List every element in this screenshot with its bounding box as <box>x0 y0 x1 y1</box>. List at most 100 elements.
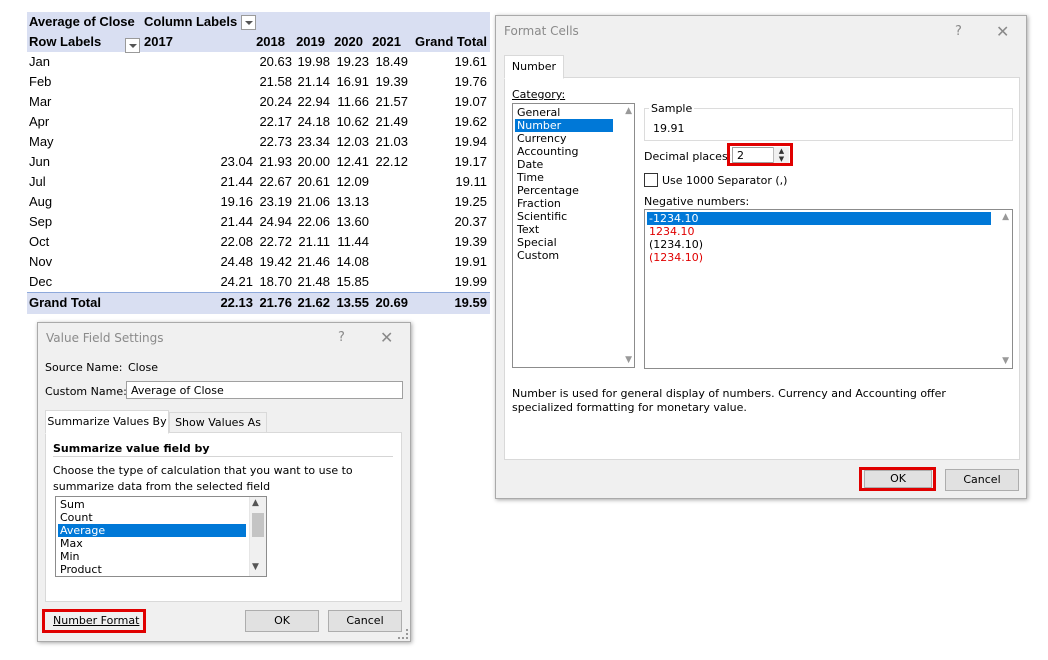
category-item-special[interactable]: Special <box>515 236 613 249</box>
cell-value[interactable]: 22.17 <box>259 112 292 132</box>
category-item-scientific[interactable]: Scientific <box>515 210 613 223</box>
scroll-down-icon[interactable]: ▼ <box>252 562 259 572</box>
category-item-time[interactable]: Time <box>515 171 613 184</box>
cell-value[interactable]: 19.98 <box>297 52 330 72</box>
cell-value[interactable]: 12.09 <box>336 172 369 192</box>
tab-number[interactable]: Number <box>504 55 564 79</box>
cell-value[interactable]: 20.00 <box>297 152 330 172</box>
spin-up-icon[interactable]: ▲ <box>774 147 789 155</box>
row-filter-dropdown-icon[interactable] <box>125 38 140 54</box>
cell-value[interactable]: 13.60 <box>336 212 369 232</box>
row-grand-total[interactable]: 19.61 <box>454 52 487 72</box>
summarize-item-max[interactable]: Max <box>58 537 246 550</box>
cell-value[interactable]: 19.16 <box>220 192 253 212</box>
cell-value[interactable]: 21.48 <box>297 272 330 292</box>
tab-summarize-values-by[interactable]: Summarize Values By <box>45 410 169 434</box>
spin-down-icon[interactable]: ▼ <box>774 155 789 163</box>
cell-value[interactable]: 21.46 <box>297 252 330 272</box>
cell-value[interactable]: 24.18 <box>297 112 330 132</box>
resize-grip-icon[interactable] <box>398 629 408 639</box>
cell-value[interactable]: 21.49 <box>375 112 408 132</box>
cell-value[interactable]: 23.19 <box>259 192 292 212</box>
cell-value[interactable]: 15.85 <box>336 272 369 292</box>
cell-value[interactable]: 22.67 <box>259 172 292 192</box>
cell-value[interactable]: 22.08 <box>220 232 253 252</box>
cell-value[interactable]: 13.13 <box>336 192 369 212</box>
negative-format-item[interactable]: (1234.10) <box>647 238 991 251</box>
cell-value[interactable]: 21.93 <box>259 152 292 172</box>
row-label[interactable]: Mar <box>29 92 51 112</box>
row-label[interactable]: Apr <box>29 112 49 132</box>
vfs-close-button[interactable]: ✕ <box>380 328 393 347</box>
grand-total-2021[interactable]: 20.69 <box>375 293 408 313</box>
pivot-column-labels[interactable]: Column Labels <box>144 12 257 32</box>
row-grand-total[interactable]: 19.99 <box>454 272 487 292</box>
cell-value[interactable]: 21.14 <box>297 72 330 92</box>
negative-format-item[interactable]: (1234.10) <box>647 251 991 264</box>
cell-value[interactable]: 18.49 <box>375 52 408 72</box>
scroll-thumb[interactable] <box>252 513 264 537</box>
cell-value[interactable]: 24.21 <box>220 272 253 292</box>
custom-name-field[interactable]: Average of Close <box>126 381 403 399</box>
pivot-value-label[interactable]: Average of Close <box>29 12 135 32</box>
category-item-percentage[interactable]: Percentage <box>515 184 613 197</box>
row-grand-total[interactable]: 19.17 <box>454 152 487 172</box>
negative-scroll-up-icon[interactable]: ▲ <box>1002 212 1009 222</box>
row-label[interactable]: Jul <box>29 172 46 192</box>
cell-value[interactable]: 16.91 <box>336 72 369 92</box>
grand-total-label[interactable]: Grand Total <box>29 293 101 313</box>
fc-ok-button[interactable]: OK <box>864 470 932 488</box>
cell-value[interactable]: 21.44 <box>220 172 253 192</box>
cell-value[interactable]: 19.42 <box>259 252 292 272</box>
negative-scroll-down-icon[interactable]: ▼ <box>1002 356 1009 366</box>
summarize-item-min[interactable]: Min <box>58 550 246 563</box>
cell-value[interactable]: 23.34 <box>297 132 330 152</box>
cell-value[interactable]: 22.06 <box>297 212 330 232</box>
cell-value[interactable]: 24.48 <box>220 252 253 272</box>
summarize-item-sum[interactable]: Sum <box>58 498 246 511</box>
row-label[interactable]: Dec <box>29 272 52 292</box>
cell-value[interactable]: 21.03 <box>375 132 408 152</box>
category-scroll-up-icon[interactable]: ▲ <box>625 106 632 116</box>
category-item-date[interactable]: Date <box>515 158 613 171</box>
row-label[interactable]: Jun <box>29 152 50 172</box>
grand-total-header[interactable]: Grand Total <box>415 32 487 52</box>
row-grand-total[interactable]: 19.07 <box>454 92 487 112</box>
category-item-number[interactable]: Number <box>515 119 613 132</box>
cell-value[interactable]: 12.03 <box>336 132 369 152</box>
tab-show-values-as[interactable]: Show Values As <box>169 412 267 434</box>
cell-value[interactable]: 11.44 <box>337 232 369 252</box>
category-item-general[interactable]: General <box>515 106 613 119</box>
category-item-fraction[interactable]: Fraction <box>515 197 613 210</box>
column-filter-dropdown-icon[interactable] <box>241 15 257 31</box>
negative-numbers-list[interactable]: -1234.10 1234.10 (1234.10) (1234.10) ▲ ▼ <box>644 209 1013 369</box>
category-item-currency[interactable]: Currency <box>515 132 613 145</box>
row-label[interactable]: Oct <box>29 232 49 252</box>
cell-value[interactable]: 10.62 <box>336 112 369 132</box>
cell-value[interactable]: 21.11 <box>298 232 330 252</box>
cell-value[interactable]: 20.24 <box>259 92 292 112</box>
vfs-ok-button[interactable]: OK <box>245 610 319 632</box>
negative-format-item[interactable]: 1234.10 <box>647 225 991 238</box>
row-grand-total[interactable]: 19.76 <box>454 72 487 92</box>
cell-value[interactable]: 22.94 <box>297 92 330 112</box>
cell-value[interactable]: 22.72 <box>259 232 292 252</box>
cell-value[interactable]: 21.06 <box>297 192 330 212</box>
cell-value[interactable]: 21.44 <box>220 212 253 232</box>
vfs-cancel-button[interactable]: Cancel <box>328 610 402 632</box>
year-header-2020[interactable]: 2020 <box>334 32 363 52</box>
cell-value[interactable]: 11.66 <box>337 92 369 112</box>
category-item-accounting[interactable]: Accounting <box>515 145 613 158</box>
fc-close-button[interactable]: ✕ <box>996 22 1009 41</box>
grand-total-2017[interactable]: 22.13 <box>220 293 253 313</box>
use-1000-separator-checkbox[interactable] <box>644 173 658 187</box>
row-grand-total[interactable]: 19.62 <box>454 112 487 132</box>
cell-value[interactable]: 21.58 <box>259 72 292 92</box>
cell-value[interactable]: 24.94 <box>259 212 292 232</box>
cell-value[interactable]: 23.04 <box>220 152 253 172</box>
grand-total-overall[interactable]: 19.59 <box>454 293 487 313</box>
row-label[interactable]: May <box>29 132 54 152</box>
summarize-item-average[interactable]: Average <box>58 524 246 537</box>
row-grand-total[interactable]: 19.25 <box>454 192 487 212</box>
category-item-text[interactable]: Text <box>515 223 613 236</box>
